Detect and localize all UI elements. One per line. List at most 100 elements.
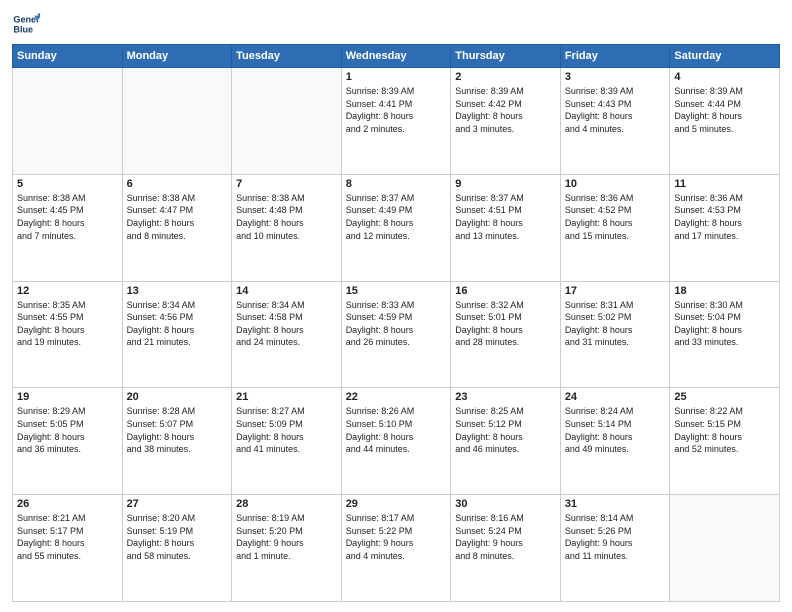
weekday-header-saturday: Saturday [670, 45, 780, 68]
day-info: Sunrise: 8:28 AM Sunset: 5:07 PM Dayligh… [127, 405, 228, 455]
day-info: Sunrise: 8:27 AM Sunset: 5:09 PM Dayligh… [236, 405, 337, 455]
day-cell [13, 68, 123, 175]
day-cell: 14Sunrise: 8:34 AM Sunset: 4:58 PM Dayli… [232, 281, 342, 388]
day-number: 4 [674, 71, 775, 83]
week-row-2: 5 Sunrise: 8:38 AM Sunset: 4:45 PM Daylig… [13, 174, 780, 281]
weekday-header-tuesday: Tuesday [232, 45, 342, 68]
day-number: 15 [346, 285, 447, 297]
day-cell: 12 Sunrise: 8:35 AM Sunset: 4:55 PM Dayli… [13, 281, 123, 388]
day-info: Sunrise: 8:22 AM Sunset: 5:15 PM Dayligh… [674, 405, 775, 455]
day-cell: 21 Sunrise: 8:27 AM Sunset: 5:09 PM Dayli… [232, 388, 342, 495]
day-info: Sunrise: 8:33 AM Sunset: 4:59 PM Dayligh… [346, 299, 447, 349]
day-number: 23 [455, 391, 556, 403]
day-cell: 17 Sunrise: 8:31 AM Sunset: 5:02 PM Dayli… [560, 281, 670, 388]
day-info: Sunrise: 8:35 AM Sunset: 4:55 PM Dayligh… [17, 299, 118, 349]
day-cell: 22 Sunrise: 8:26 AM Sunset: 5:10 PM Dayli… [341, 388, 451, 495]
day-cell: 4 Sunrise: 8:39 AM Sunset: 4:44 PM Daylig… [670, 68, 780, 175]
day-info: Sunrise: 8:14 AM Sunset: 5:26 PM Dayligh… [565, 512, 666, 562]
day-info: Sunrise: 8:37 AM Sunset: 4:49 PM Dayligh… [346, 192, 447, 242]
logo-icon: General Blue [12, 10, 40, 38]
day-info: Sunrise: 8:34 AM Sunset: 4:58 PM Dayligh… [236, 299, 337, 349]
svg-text:Blue: Blue [13, 24, 33, 34]
day-info: Sunrise: 8:26 AM Sunset: 5:10 PM Dayligh… [346, 405, 447, 455]
weekday-header-friday: Friday [560, 45, 670, 68]
day-cell: 27 Sunrise: 8:20 AM Sunset: 5:19 PM Dayli… [122, 495, 232, 602]
week-row-4: 19 Sunrise: 8:29 AM Sunset: 5:05 PM Dayli… [13, 388, 780, 495]
day-info: Sunrise: 8:16 AM Sunset: 5:24 PM Dayligh… [455, 512, 556, 562]
day-cell [670, 495, 780, 602]
day-number: 30 [455, 498, 556, 510]
day-info: Sunrise: 8:38 AM Sunset: 4:48 PM Dayligh… [236, 192, 337, 242]
day-cell: 16Sunrise: 8:32 AM Sunset: 5:01 PM Dayli… [451, 281, 561, 388]
day-info: Sunrise: 8:21 AM Sunset: 5:17 PM Dayligh… [17, 512, 118, 562]
day-cell: 24Sunrise: 8:24 AM Sunset: 5:14 PM Dayli… [560, 388, 670, 495]
day-number: 5 [17, 178, 118, 190]
day-cell: 2 Sunrise: 8:39 AM Sunset: 4:42 PM Daylig… [451, 68, 561, 175]
day-cell: 5 Sunrise: 8:38 AM Sunset: 4:45 PM Daylig… [13, 174, 123, 281]
day-info: Sunrise: 8:39 AM Sunset: 4:41 PM Dayligh… [346, 85, 447, 135]
day-number: 31 [565, 498, 666, 510]
week-row-5: 26 Sunrise: 8:21 AM Sunset: 5:17 PM Dayli… [13, 495, 780, 602]
weekday-header-sunday: Sunday [13, 45, 123, 68]
day-info: Sunrise: 8:34 AM Sunset: 4:56 PM Dayligh… [127, 299, 228, 349]
day-info: Sunrise: 8:32 AM Sunset: 5:01 PM Dayligh… [455, 299, 556, 349]
day-info: Sunrise: 8:39 AM Sunset: 4:42 PM Dayligh… [455, 85, 556, 135]
day-number: 12 [17, 285, 118, 297]
day-cell: 31 Sunrise: 8:14 AM Sunset: 5:26 PM Dayli… [560, 495, 670, 602]
day-cell: 28 Sunrise: 8:19 AM Sunset: 5:20 PM Dayli… [232, 495, 342, 602]
day-cell: 30 Sunrise: 8:16 AM Sunset: 5:24 PM Dayli… [451, 495, 561, 602]
day-number: 13 [127, 285, 228, 297]
day-number: 10 [565, 178, 666, 190]
day-cell: 9 Sunrise: 8:37 AM Sunset: 4:51 PM Daylig… [451, 174, 561, 281]
day-number: 27 [127, 498, 228, 510]
day-info: Sunrise: 8:39 AM Sunset: 4:43 PM Dayligh… [565, 85, 666, 135]
week-row-1: 1 Sunrise: 8:39 AM Sunset: 4:41 PM Daylig… [13, 68, 780, 175]
day-number: 17 [565, 285, 666, 297]
day-number: 9 [455, 178, 556, 190]
day-info: Sunrise: 8:36 AM Sunset: 4:53 PM Dayligh… [674, 192, 775, 242]
day-number: 25 [674, 391, 775, 403]
day-info: Sunrise: 8:25 AM Sunset: 5:12 PM Dayligh… [455, 405, 556, 455]
day-number: 26 [17, 498, 118, 510]
header: General Blue [12, 10, 780, 38]
day-cell: 20 Sunrise: 8:28 AM Sunset: 5:07 PM Dayli… [122, 388, 232, 495]
day-number: 2 [455, 71, 556, 83]
day-number: 29 [346, 498, 447, 510]
day-number: 19 [17, 391, 118, 403]
day-info: Sunrise: 8:29 AM Sunset: 5:05 PM Dayligh… [17, 405, 118, 455]
weekday-header-row: SundayMondayTuesdayWednesdayThursdayFrid… [13, 45, 780, 68]
day-cell: 6Sunrise: 8:38 AM Sunset: 4:47 PM Daylig… [122, 174, 232, 281]
day-number: 21 [236, 391, 337, 403]
day-cell: 8Sunrise: 8:37 AM Sunset: 4:49 PM Daylig… [341, 174, 451, 281]
day-number: 22 [346, 391, 447, 403]
weekday-header-monday: Monday [122, 45, 232, 68]
day-cell: 3 Sunrise: 8:39 AM Sunset: 4:43 PM Daylig… [560, 68, 670, 175]
day-cell: 1 Sunrise: 8:39 AM Sunset: 4:41 PM Daylig… [341, 68, 451, 175]
day-number: 24 [565, 391, 666, 403]
day-cell: 11 Sunrise: 8:36 AM Sunset: 4:53 PM Dayli… [670, 174, 780, 281]
day-info: Sunrise: 8:30 AM Sunset: 5:04 PM Dayligh… [674, 299, 775, 349]
day-number: 28 [236, 498, 337, 510]
day-info: Sunrise: 8:36 AM Sunset: 4:52 PM Dayligh… [565, 192, 666, 242]
day-info: Sunrise: 8:39 AM Sunset: 4:44 PM Dayligh… [674, 85, 775, 135]
day-info: Sunrise: 8:20 AM Sunset: 5:19 PM Dayligh… [127, 512, 228, 562]
day-info: Sunrise: 8:17 AM Sunset: 5:22 PM Dayligh… [346, 512, 447, 562]
day-info: Sunrise: 8:37 AM Sunset: 4:51 PM Dayligh… [455, 192, 556, 242]
weekday-header-wednesday: Wednesday [341, 45, 451, 68]
day-number: 6 [127, 178, 228, 190]
day-cell: 26 Sunrise: 8:21 AM Sunset: 5:17 PM Dayli… [13, 495, 123, 602]
day-number: 11 [674, 178, 775, 190]
day-number: 20 [127, 391, 228, 403]
day-info: Sunrise: 8:31 AM Sunset: 5:02 PM Dayligh… [565, 299, 666, 349]
day-number: 18 [674, 285, 775, 297]
day-number: 3 [565, 71, 666, 83]
calendar-table: SundayMondayTuesdayWednesdayThursdayFrid… [12, 44, 780, 602]
day-info: Sunrise: 8:38 AM Sunset: 4:45 PM Dayligh… [17, 192, 118, 242]
day-number: 1 [346, 71, 447, 83]
day-cell: 7Sunrise: 8:38 AM Sunset: 4:48 PM Daylig… [232, 174, 342, 281]
day-info: Sunrise: 8:19 AM Sunset: 5:20 PM Dayligh… [236, 512, 337, 562]
weekday-header-thursday: Thursday [451, 45, 561, 68]
day-cell: 23 Sunrise: 8:25 AM Sunset: 5:12 PM Dayli… [451, 388, 561, 495]
day-cell: 18 Sunrise: 8:30 AM Sunset: 5:04 PM Dayli… [670, 281, 780, 388]
day-cell: 19 Sunrise: 8:29 AM Sunset: 5:05 PM Dayli… [13, 388, 123, 495]
